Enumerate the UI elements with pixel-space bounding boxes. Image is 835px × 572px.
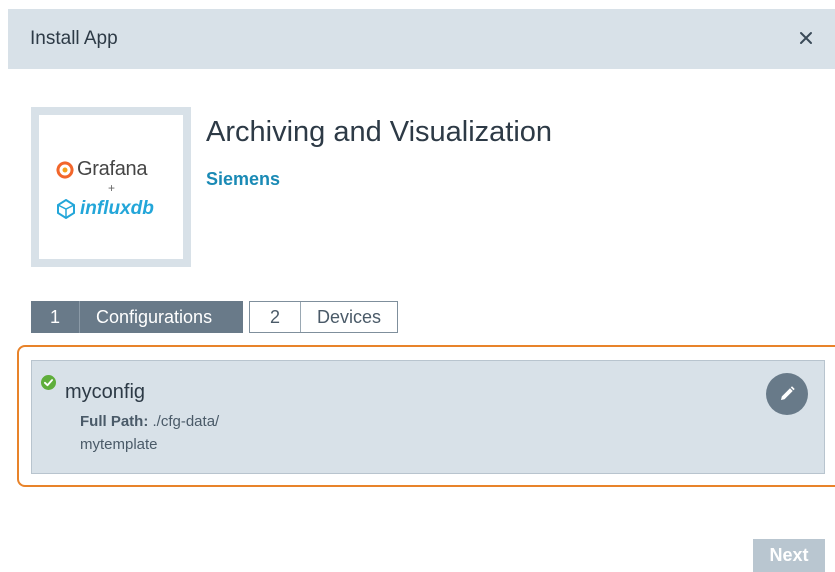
path-value: ./cfg-data/ bbox=[152, 413, 220, 430]
edit-configuration-button[interactable] bbox=[766, 373, 808, 415]
dialog-title: Install App bbox=[30, 28, 118, 49]
app-logo-tile: Grafana + influxdb bbox=[31, 107, 191, 267]
path-label: Full Path: bbox=[80, 413, 149, 430]
grafana-logo-text: Grafana bbox=[77, 158, 148, 180]
influxdb-logo-text: influxdb bbox=[80, 198, 154, 219]
pencil-icon bbox=[781, 386, 795, 400]
influxdb-logo: influxdb bbox=[56, 198, 154, 220]
step-number: 1 bbox=[31, 301, 80, 333]
app-vendor-link[interactable]: Siemens bbox=[206, 169, 280, 190]
step-label: Configurations bbox=[96, 306, 213, 327]
step-label: Devices bbox=[317, 306, 382, 327]
step-configurations[interactable]: 1 Configurations bbox=[31, 301, 243, 333]
logo-plus: + bbox=[108, 181, 116, 195]
influxdb-icon bbox=[57, 199, 75, 219]
close-icon bbox=[800, 32, 812, 44]
grafana-icon bbox=[56, 160, 74, 179]
configuration-name: myconfig bbox=[65, 381, 146, 403]
path-value-line2: mytemplate bbox=[80, 436, 158, 453]
configuration-path: Full Path: ./cfg-data/ bbox=[80, 413, 219, 430]
step-number: 2 bbox=[250, 302, 301, 332]
app-name: Archiving and Visualization bbox=[206, 116, 553, 148]
app-logo: Grafana + influxdb bbox=[39, 115, 183, 259]
dialog-header: Install App bbox=[8, 9, 835, 69]
configuration-card[interactable]: myconfig Full Path: ./cfg-data/ mytempla… bbox=[31, 360, 825, 474]
grafana-logo: Grafana bbox=[55, 158, 147, 181]
check-circle-icon bbox=[41, 375, 56, 390]
close-button[interactable] bbox=[791, 23, 821, 53]
next-button[interactable]: Next bbox=[753, 539, 825, 572]
step-devices[interactable]: 2 Devices bbox=[249, 301, 398, 333]
